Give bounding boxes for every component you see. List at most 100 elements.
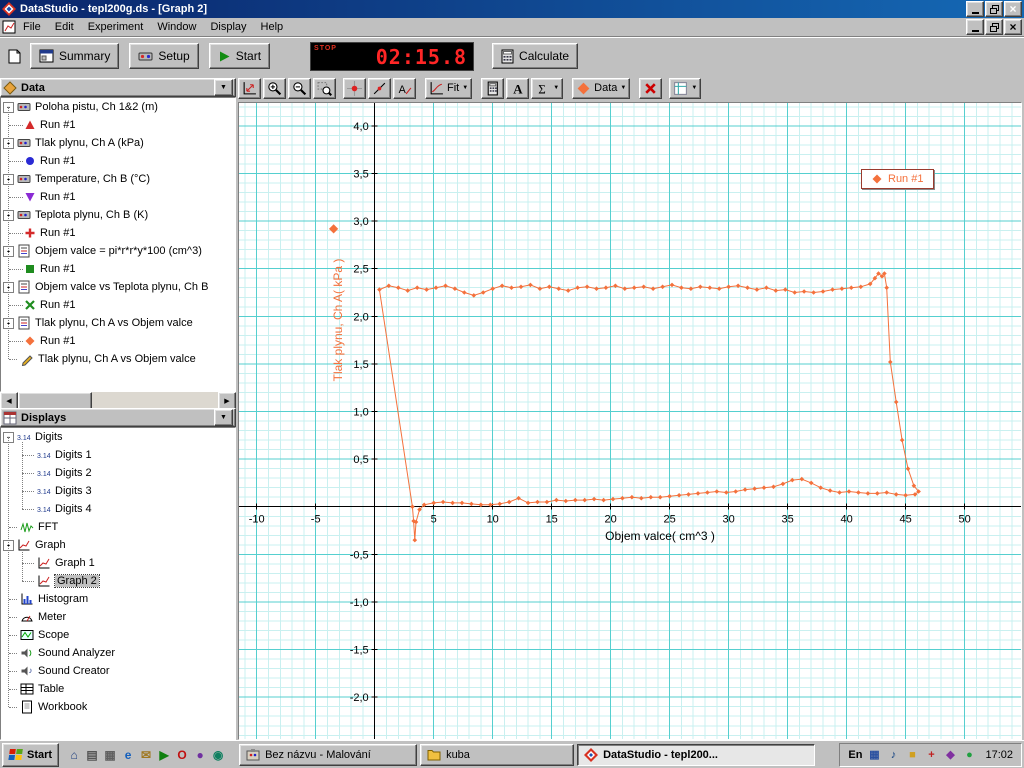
child-close-button[interactable]: × [1004, 19, 1022, 35]
task-button-datastudio-tepl200[interactable]: DataStudio - tepl200... [577, 743, 816, 766]
player-icon[interactable]: ● [191, 745, 209, 765]
data-item-tlak-plynu-ch-a-vs-objem-valce[interactable]: Tlak plynu, Ch A vs Objem valce [1, 350, 235, 368]
display-item-digits[interactable]: -3.14 Digits [1, 428, 235, 446]
data-menu-button[interactable]: Data ▼ [572, 77, 631, 99]
data-item-temperature-ch-b-c[interactable]: - Temperature, Ch B (°C) [1, 170, 235, 188]
svg-text:A: A [513, 82, 523, 96]
start-button-toolbar[interactable]: Start [208, 43, 271, 69]
calculator-button[interactable] [481, 77, 505, 99]
run-item[interactable]: Run #1 [1, 260, 235, 278]
dropdown-arrow-icon[interactable]: ▼ [691, 85, 697, 91]
zoom-in-button[interactable] [263, 77, 286, 99]
menu-item-display[interactable]: Display [203, 19, 253, 35]
graph-display[interactable]: -10 -5 5 10 15 20 25 30 35 40 45 50 4,0 3,5 3,0 2,5 2,0 1… [238, 102, 1022, 740]
summary-button[interactable]: Summary [30, 43, 120, 69]
scrollbar-track[interactable] [18, 392, 218, 410]
y-axis-label[interactable]: Tlak plynu, Ch A( kPa ) [331, 198, 345, 442]
display-item-workbook[interactable]: Workbook [1, 698, 235, 716]
data-item-poloha-pistu-ch-1-2-m[interactable]: - Poloha pistu, Ch 1&2 (m) [1, 98, 235, 116]
display-item-fft[interactable]: FFT [1, 518, 235, 536]
task-button-bez-n-zvu-malov-n[interactable]: Bez názvu - Malování [239, 743, 418, 766]
run-item[interactable]: Run #1 [1, 332, 235, 350]
menu-item-file[interactable]: File [16, 19, 48, 35]
run-item[interactable]: Run #1 [1, 152, 235, 170]
data-item-objem-valce-vs-teplota-plynu-ch-b[interactable]: - Objem valce vs Teplota plynu, Ch B [1, 278, 235, 296]
restore-button[interactable] [985, 1, 1003, 17]
display-item-digits-3[interactable]: 3.14 Digits 3 [1, 482, 235, 500]
svg-text:-1,5: -1,5 [350, 645, 369, 657]
settings-button[interactable]: ▼ [669, 77, 702, 99]
setup-button[interactable]: Setup [129, 43, 199, 69]
dropdown-arrow-icon[interactable]: ▼ [620, 85, 626, 91]
display-item-digits-2[interactable]: 3.14 Digits 2 [1, 464, 235, 482]
menu-item-help[interactable]: Help [254, 19, 291, 35]
note-tool-button[interactable]: A [393, 77, 416, 99]
display-item-graph-1[interactable]: Graph 1 [1, 554, 235, 572]
dropdown-arrow-icon[interactable]: ▼ [553, 85, 559, 91]
run-item[interactable]: Run #1 [1, 296, 235, 314]
desktop-icon[interactable]: ⌂ [65, 745, 83, 765]
display-item-histogram[interactable]: Histogram [1, 590, 235, 608]
text-button[interactable]: A [506, 77, 530, 99]
smart-tool-button[interactable] [343, 77, 366, 99]
app-icon[interactable] [2, 2, 16, 16]
messenger-icon[interactable]: ◉ [209, 745, 227, 765]
internet-icon[interactable]: e [119, 745, 137, 765]
network-icon[interactable]: ● [961, 747, 977, 763]
data-item-tlak-plynu-ch-a-kpa[interactable]: - Tlak plynu, Ch A (kPa) [1, 134, 235, 152]
scale-to-fit-button[interactable] [238, 77, 261, 99]
slope-tool-button[interactable] [368, 77, 391, 99]
menu-item-window[interactable]: Window [150, 19, 203, 35]
displays-panel-header: Displays ▼ [0, 408, 236, 427]
data-item-tlak-plynu-ch-a-vs-objem-valce[interactable]: - Tlak plynu, Ch A vs Objem valce [1, 314, 235, 332]
child-restore-button[interactable] [985, 19, 1003, 35]
calculate-button[interactable]: Calculate [492, 43, 579, 69]
display-item-scope[interactable]: Scope [1, 626, 235, 644]
task-button-kuba[interactable]: kuba [420, 743, 575, 766]
data-panel-menu-button[interactable]: ▼ [214, 79, 233, 96]
document-icon[interactable]: ▤ [83, 745, 101, 765]
keyboard-icon[interactable]: ▦ [866, 747, 882, 763]
x-axis-label[interactable]: Objem valce( cm^3 ) [560, 529, 760, 543]
data-item-teplota-plynu-ch-b-k[interactable]: - Teplota plynu, Ch B (K) [1, 206, 235, 224]
child-window-icon[interactable] [2, 20, 16, 34]
fit-menu-button[interactable]: Fit ▼ [425, 77, 473, 99]
display-item-meter[interactable]: Meter [1, 608, 235, 626]
legend[interactable]: Run #1 [861, 169, 935, 189]
display-item-graph[interactable]: - Graph [1, 536, 235, 554]
browser-icon[interactable]: O [173, 745, 191, 765]
start-button[interactable]: Start [2, 742, 60, 767]
statistics-button[interactable]: Σ ▼ [531, 77, 564, 99]
graphics-icon[interactable]: ◆ [942, 747, 958, 763]
volume-icon[interactable]: ♪ [885, 747, 901, 763]
child-minimize-button[interactable] [966, 19, 984, 35]
data-item-objem-valce-pi-r-r-y-100-cm-3[interactable]: - Objem valce = pi*r*r*y*100 (cm^3) [1, 242, 235, 260]
scheduler-icon[interactable]: ■ [904, 747, 920, 763]
remove-button[interactable] [639, 77, 663, 99]
dropdown-arrow-icon[interactable]: ▼ [462, 85, 468, 91]
media-icon[interactable]: ▶ [155, 745, 173, 765]
zoom-out-button[interactable] [288, 77, 311, 99]
close-button[interactable]: × [1004, 1, 1022, 17]
display-item-digits-4[interactable]: 3.14 Digits 4 [1, 500, 235, 518]
display-item-digits-1[interactable]: 3.14 Digits 1 [1, 446, 235, 464]
display-item-sound-creator[interactable]: ♪ Sound Creator [1, 662, 235, 680]
data-horizontal-scrollbar[interactable]: ◀ ▶ [0, 392, 236, 410]
display-item-sound-analyzer[interactable]: Sound Analyzer [1, 644, 235, 662]
menu-item-edit[interactable]: Edit [48, 19, 81, 35]
new-file-icon[interactable] [4, 44, 24, 68]
zoom-select-button[interactable] [313, 77, 336, 99]
run-item[interactable]: Run #1 [1, 116, 235, 134]
antivirus-icon[interactable]: + [923, 747, 939, 763]
displays-panel-menu-button[interactable]: ▼ [214, 409, 233, 426]
menu-item-experiment[interactable]: Experiment [81, 19, 151, 35]
mail-icon[interactable]: ✉ [137, 745, 155, 765]
run-item[interactable]: Run #1 [1, 224, 235, 242]
printer-icon[interactable]: ▦ [101, 745, 119, 765]
run-item[interactable]: Run #1 [1, 188, 235, 206]
display-item-table[interactable]: Table [1, 680, 235, 698]
minimize-button[interactable] [966, 1, 984, 17]
display-item-graph-2[interactable]: Graph 2 [1, 572, 235, 590]
language-indicator[interactable]: En [848, 749, 862, 761]
sensor-icon [16, 208, 31, 223]
